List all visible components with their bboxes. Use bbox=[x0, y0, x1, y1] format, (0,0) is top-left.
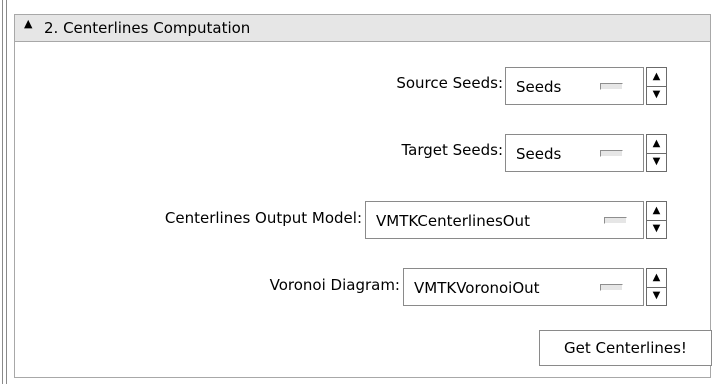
source-seeds-menu[interactable]: Seeds bbox=[505, 67, 644, 105]
arrow-up-icon[interactable]: ▲ bbox=[647, 135, 666, 154]
arrow-down-icon[interactable]: ▼ bbox=[647, 287, 666, 305]
get-centerlines-button[interactable]: Get Centerlines! bbox=[539, 330, 712, 366]
menu-indicator-icon bbox=[600, 284, 623, 291]
centerlines-output-model-value: VMTKCenterlinesOut bbox=[376, 212, 530, 230]
target-seeds-value: Seeds bbox=[516, 145, 562, 163]
centerlines-panel: Source Seeds: Seeds ▲ ▼ Target Seeds: Se… bbox=[14, 42, 712, 378]
arrow-up-icon[interactable]: ▲ bbox=[647, 68, 666, 87]
arrow-up-icon[interactable]: ▲ bbox=[647, 269, 666, 288]
target-seeds-menu[interactable]: Seeds bbox=[505, 134, 644, 172]
source-seeds-value: Seeds bbox=[516, 78, 562, 96]
arrow-up-icon[interactable]: ▲ bbox=[647, 202, 666, 221]
arrow-down-icon[interactable]: ▼ bbox=[647, 86, 666, 104]
menu-indicator-icon bbox=[600, 83, 623, 90]
window-left-edge-line bbox=[2, 0, 3, 384]
source-seeds-label: Source Seeds: bbox=[396, 74, 503, 92]
window-left-edge-line-inner bbox=[6, 0, 7, 384]
section-header[interactable]: ▲ 2. Centerlines Computation bbox=[14, 14, 711, 42]
centerlines-output-model-menu[interactable]: VMTKCenterlinesOut bbox=[365, 201, 644, 239]
collapse-triangle-icon[interactable]: ▲ bbox=[24, 17, 32, 30]
arrow-down-icon[interactable]: ▼ bbox=[647, 220, 666, 238]
source-seeds-spinner[interactable]: ▲ ▼ bbox=[646, 67, 667, 105]
menu-indicator-icon bbox=[604, 217, 627, 224]
voronoi-diagram-spinner[interactable]: ▲ ▼ bbox=[646, 268, 667, 306]
voronoi-diagram-menu[interactable]: VMTKVoronoiOut bbox=[403, 268, 644, 306]
voronoi-diagram-label: Voronoi Diagram: bbox=[269, 276, 400, 294]
centerlines-output-model-spinner[interactable]: ▲ ▼ bbox=[646, 201, 667, 239]
target-seeds-spinner[interactable]: ▲ ▼ bbox=[646, 134, 667, 172]
target-seeds-label: Target Seeds: bbox=[401, 141, 503, 159]
voronoi-diagram-value: VMTKVoronoiOut bbox=[414, 279, 540, 297]
menu-indicator-icon bbox=[600, 150, 623, 157]
centerlines-output-model-label: Centerlines Output Model: bbox=[164, 209, 362, 227]
section-title: 2. Centerlines Computation bbox=[44, 19, 251, 37]
arrow-down-icon[interactable]: ▼ bbox=[647, 153, 666, 171]
